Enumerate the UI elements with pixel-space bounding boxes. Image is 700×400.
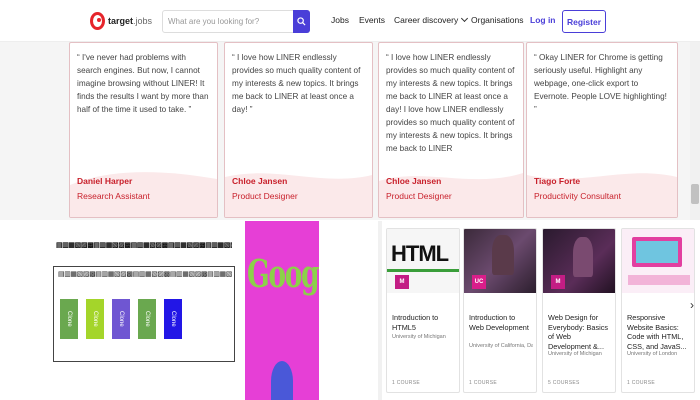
- nav-organisations[interactable]: Organisations: [471, 15, 523, 25]
- testimonial-role: Product Designer: [386, 191, 452, 201]
- carousel-next-arrow-icon[interactable]: ›: [690, 298, 700, 312]
- course-card[interactable]: Responsive Website Basics: Code with HTM…: [621, 228, 695, 393]
- google-preview-image: Google: [245, 221, 319, 400]
- scrollbar-thumb[interactable]: [691, 184, 699, 204]
- screen-illustration: [636, 241, 678, 263]
- section-divider: [378, 221, 382, 400]
- course-university: University of London: [627, 351, 678, 357]
- testimonial-quote: “ I love how LINER endlessly provides so…: [232, 53, 361, 114]
- search-input[interactable]: [163, 11, 293, 32]
- course-thumbnail: [622, 229, 694, 293]
- tutorial-preview-image: ▤▥▦▧▨▩▤▥▦▧▨▩▤▥▦▧▨▩▤▥▦▧▨▩▤▥▦▧▨▩▤▥▦▧▨▩▤▥▦▧…: [50, 221, 238, 378]
- course-title: Introduction to HTML5: [392, 313, 439, 332]
- testimonial-card: “ I love how LINER endlessly provides so…: [378, 42, 524, 218]
- thumb-stripe: [387, 269, 459, 272]
- course-card[interactable]: UC Introduction to Web Development Unive…: [463, 228, 537, 393]
- google-logo-text: Google: [247, 251, 319, 296]
- instructor-image: [573, 237, 593, 277]
- nav-career-discovery-label: Career discovery: [394, 15, 459, 25]
- preview-garbled-text: ▤▥▦▧▨▩▤▥▦▧▨▩▤▥▦▧▨▩▤▥▦▧▨▩▤▥▦▧▨▩▤▥▦▧▨▩▤▥▦▧…: [56, 242, 232, 249]
- search-button[interactable]: [293, 10, 310, 33]
- clone-chip: Clone: [138, 299, 156, 339]
- login-link[interactable]: Log in: [530, 15, 556, 25]
- testimonial-quote: “ Okay LINER for Chrome is getting serio…: [534, 53, 667, 114]
- nav-career-discovery[interactable]: Career discovery: [394, 14, 469, 25]
- testimonial-quote: “ I've never had problems with search en…: [77, 53, 209, 114]
- testimonial-role: Research Assistant: [77, 191, 150, 201]
- preview-garbled-text: ▤▥▦▧▨▩▤▥▦▧▨▩▤▥▦▧▨▩▤▥▦▧▨▩▤▥▦▧▨▩▤▥▦▧▨▩▤▥▦▧…: [58, 271, 232, 278]
- course-university: University of Michigan: [392, 334, 446, 340]
- page: target.jobs Jobs Events Career discovery…: [0, 0, 700, 400]
- university-badge-icon: M: [551, 275, 565, 289]
- preview-code-box: ▤▥▦▧▨▩▤▥▦▧▨▩▤▥▦▧▨▩▤▥▦▧▨▩▤▥▦▧▨▩▤▥▦▧▨▩▤▥▦▧…: [53, 266, 235, 362]
- register-button[interactable]: Register: [562, 10, 606, 33]
- testimonial-name: Chloe Jansen: [232, 176, 288, 186]
- course-title: Web Design for Everybody: Basics of Web …: [548, 313, 609, 351]
- nav-events[interactable]: Events: [359, 15, 385, 25]
- course-card[interactable]: HTML M Introduction to HTML5 University …: [386, 228, 460, 393]
- page-scrollbar[interactable]: [690, 42, 700, 220]
- nav-jobs[interactable]: Jobs: [331, 15, 349, 25]
- logo[interactable]: target.jobs: [90, 10, 152, 32]
- logo-text: target.jobs: [107, 16, 152, 26]
- course-university: University of Michigan: [548, 351, 602, 357]
- search-icon: [297, 17, 306, 26]
- clone-chip: Clone: [60, 299, 78, 339]
- testimonial-card: “ I love how LINER endlessly provides so…: [224, 42, 373, 218]
- instructor-image: [492, 235, 514, 275]
- testimonial-quote: “ I love how LINER endlessly provides so…: [386, 53, 515, 153]
- testimonial-name: Chloe Jansen: [386, 176, 442, 186]
- base-illustration: [628, 275, 690, 285]
- clone-chip: Clone: [86, 299, 104, 339]
- course-title: Responsive Website Basics: Code with HTM…: [627, 313, 687, 351]
- course-count: 1 COURSE: [392, 380, 420, 386]
- course-count: 1 COURSE: [627, 380, 655, 386]
- testimonial-role: Product Designer: [232, 191, 298, 201]
- testimonial-name: Tiago Forte: [534, 176, 581, 186]
- testimonial-role: Productivity Consultant: [534, 191, 621, 201]
- university-badge-icon: M: [395, 275, 409, 289]
- top-navbar: target.jobs Jobs Events Career discovery…: [0, 0, 700, 42]
- course-count: 1 COURSE: [469, 380, 497, 386]
- chevron-down-icon: [461, 14, 469, 23]
- google-shape-decoration: [271, 361, 293, 400]
- logo-icon: [90, 12, 105, 30]
- course-title: Introduction to Web Development: [469, 313, 529, 332]
- course-card[interactable]: M Web Design for Everybody: Basics of We…: [542, 228, 616, 393]
- university-badge-icon: UC: [472, 275, 486, 289]
- course-count: 5 COURSES: [548, 380, 580, 386]
- clone-chip: Clone: [164, 299, 182, 339]
- course-university: University of California, Davis: [469, 343, 533, 349]
- clone-chip: Clone: [112, 299, 130, 339]
- testimonial-name: Daniel Harper: [77, 176, 133, 186]
- search-box: [162, 10, 310, 33]
- testimonial-card: “ Okay LINER for Chrome is getting serio…: [526, 42, 678, 218]
- testimonial-card: “ I've never had problems with search en…: [69, 42, 218, 218]
- html-thumb-text: HTML: [391, 241, 449, 266]
